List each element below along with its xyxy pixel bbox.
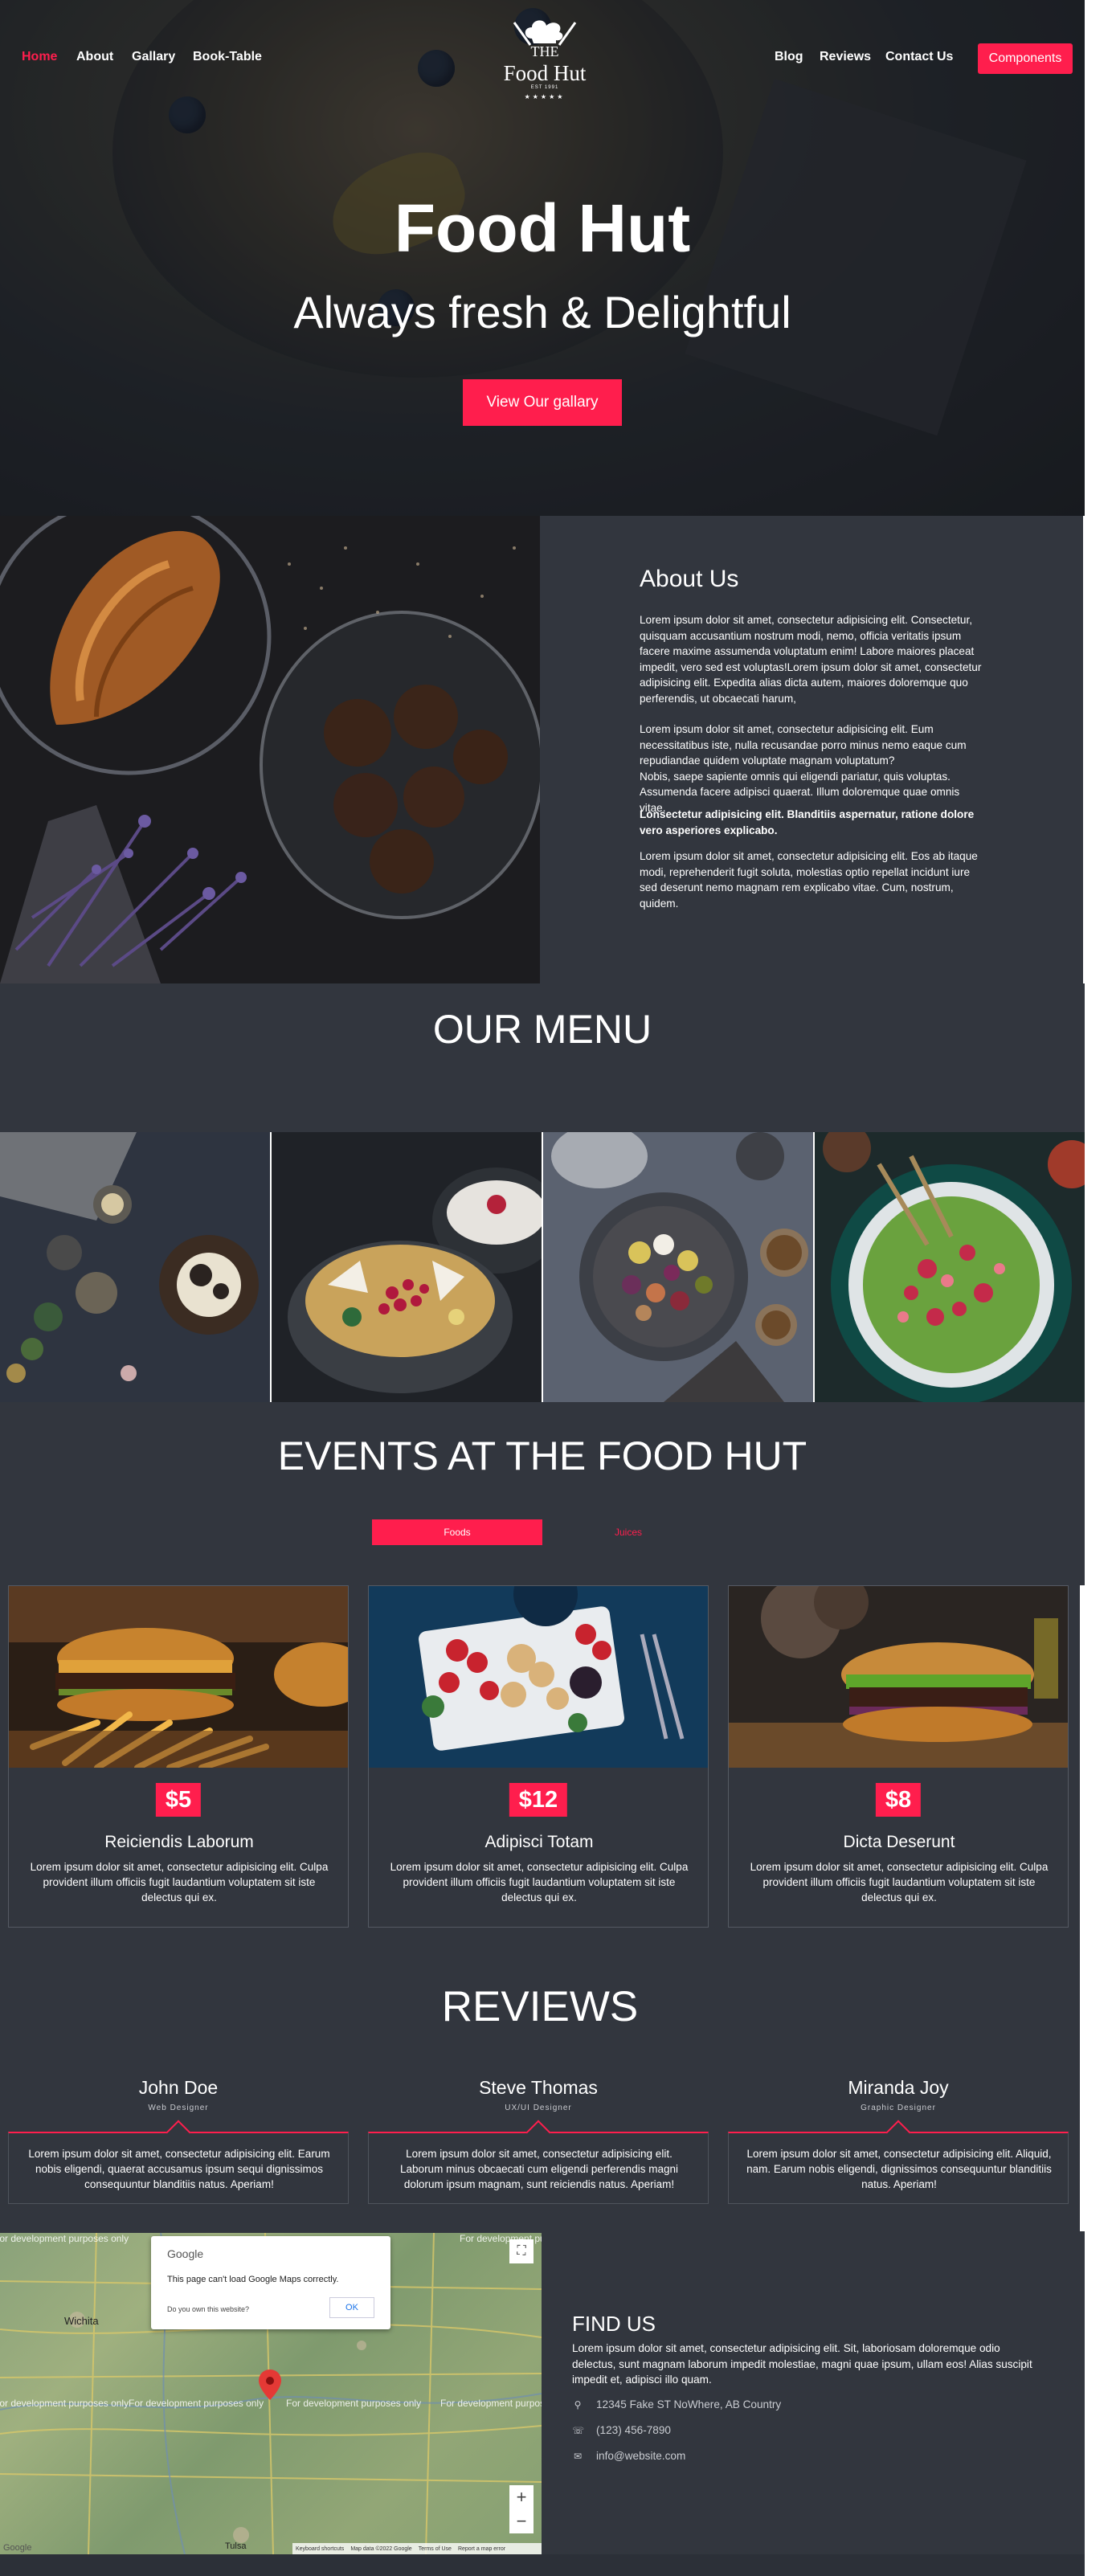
map-google-watermark: Google <box>3 2543 32 2553</box>
map-footer-link: Map data ©2022 Google <box>350 2545 412 2552</box>
map-marker-icon: ⚲ <box>574 2398 582 2410</box>
contact-address: ⚲ 12345 Fake ST NoWhere, AB Country <box>572 2398 782 2410</box>
event-card-description: Lorem ipsum dolor sit amet, consectetur … <box>750 1861 1049 1903</box>
event-card[interactable]: $5 Reiciendis Laborum Lorem ipsum dolor … <box>8 1585 349 1928</box>
event-card[interactable]: $12 Adipisci Totam Lorem ipsum dolor sit… <box>368 1585 709 1928</box>
components-button[interactable]: Components <box>978 43 1073 74</box>
about-paragraph-1: Lorem ipsum dolor sit amet, consectetur … <box>640 614 982 705</box>
reviews-title: REVIEWS <box>441 1983 639 2030</box>
about-image <box>0 516 540 983</box>
nav-home[interactable]: Home <box>22 50 57 64</box>
event-card-title: Adipisci Totam <box>484 1833 594 1851</box>
map-place-label: Tulsa <box>225 2541 247 2551</box>
logo-the: THE <box>530 43 559 59</box>
contact-phone-text: (123) 456-7890 <box>596 2424 671 2436</box>
event-card-image <box>9 1586 348 1768</box>
map-dev-watermark: For development purposes only <box>286 2398 422 2409</box>
reviews-section: REVIEWS John Doe Web Designer Lorem ipsu… <box>0 1932 1080 2231</box>
nav-gallary[interactable]: Gallary <box>132 50 175 64</box>
logo-est: EST 1991 <box>530 85 559 90</box>
map-error-message: This page can't load Google Maps correct… <box>167 2275 339 2284</box>
zoom-out-button[interactable]: − <box>509 2509 534 2533</box>
review-box: Lorem ipsum dolor sit amet, consectetur … <box>728 2132 1069 2204</box>
events-section: EVENTS AT THE FOOD HUT Foods Juices <box>0 1402 1085 1585</box>
event-card-description: Lorem ipsum dolor sit amet, consectetur … <box>390 1861 689 1903</box>
contact-email-text[interactable]: info@website.com <box>596 2450 685 2462</box>
hero-subtitle: Always fresh & Delightful <box>293 287 791 337</box>
events-title: EVENTS AT THE FOOD HUT <box>277 1433 807 1478</box>
menu-section: OUR MENU <box>0 983 1085 1132</box>
review-text: Lorem ipsum dolor sit amet, consectetur … <box>28 2148 330 2190</box>
event-card-title: Dicta Deserunt <box>843 1833 955 1851</box>
reviewer-role: UX/UI Designer <box>505 2104 572 2112</box>
review-box: Lorem ipsum dolor sit amet, consectetur … <box>368 2132 709 2204</box>
map-dev-watermark: For development purposes only <box>129 2398 264 2409</box>
view-gallery-button[interactable]: View Our gallary <box>463 379 622 426</box>
event-card-image <box>729 1586 1068 1768</box>
map-error-ok-button[interactable]: OK <box>329 2297 374 2318</box>
nav-contact-us[interactable]: Contact Us <box>885 50 953 64</box>
menu-image[interactable] <box>543 1132 813 1402</box>
price-badge: $8 <box>875 1783 922 1817</box>
price-badge: $12 <box>509 1783 568 1817</box>
about-paragraph-2: Lorem ipsum dolor sit amet, consectetur … <box>640 723 967 814</box>
reviewer-name: Miranda Joy <box>848 2077 949 2098</box>
map-place-label: Wichita <box>64 2315 99 2327</box>
logo-stars: ★★★★★ <box>524 93 566 100</box>
menu-image[interactable] <box>0 1132 270 1402</box>
map-dev-watermark: For development purposes only <box>440 2398 542 2409</box>
site-logo[interactable]: THE Food Hut EST 1991 ★★★★★ <box>500 14 590 103</box>
menu-image[interactable] <box>272 1132 542 1402</box>
contact-address-text: 12345 Fake ST NoWhere, AB Country <box>596 2398 782 2410</box>
nav-about[interactable]: About <box>76 50 113 64</box>
map-error-brand: Google <box>167 2247 204 2260</box>
event-card-description: Lorem ipsum dolor sit amet, consectetur … <box>30 1861 329 1903</box>
phone-icon: ☏ <box>572 2424 585 2436</box>
find-us-title: FIND US <box>572 2312 656 2336</box>
zoom-in-button[interactable]: + <box>509 2485 534 2509</box>
nav-blog[interactable]: Blog <box>775 50 803 64</box>
nav-reviews[interactable]: Reviews <box>820 50 871 64</box>
tab-foods[interactable]: Foods <box>372 1519 542 1545</box>
review-text: Lorem ipsum dolor sit amet, consectetur … <box>746 2148 1052 2190</box>
price-badge: $5 <box>155 1783 202 1817</box>
map-dev-watermark: For development purposes only <box>0 2398 129 2409</box>
contact-phone: ☏ (123) 456-7890 <box>572 2424 671 2436</box>
google-map[interactable]: For development purposes only For develo… <box>0 2233 542 2554</box>
map-error-dialog: Google This page can't load Google Maps … <box>151 2236 390 2329</box>
about-section: About Us Lorem ipsum dolor sit amet, con… <box>540 516 1083 983</box>
about-paragraph-bold: Lonsectetur adipisicing elit. Blanditiis… <box>640 808 975 836</box>
review-box: Lorem ipsum dolor sit amet, consectetur … <box>8 2132 349 2204</box>
reviewer-name: John Doe <box>138 2077 219 2098</box>
review-text: Lorem ipsum dolor sit amet, consectetur … <box>400 2148 678 2190</box>
reviewer-name: Steve Thomas <box>479 2077 598 2098</box>
logo-name: Food Hut <box>503 61 587 85</box>
tab-juices[interactable]: Juices <box>604 1519 652 1545</box>
chef-hat-icon <box>513 20 577 46</box>
fullscreen-icon[interactable]: ⛶ <box>509 2239 534 2263</box>
event-card-title: Reiciendis Laborum <box>104 1833 254 1851</box>
about-paragraph-4: Lorem ipsum dolor sit amet, consectetur … <box>640 850 978 910</box>
event-card-image <box>369 1586 708 1768</box>
map-error-own-link[interactable]: Do you own this website? <box>167 2305 249 2313</box>
nav-book-table[interactable]: Book-Table <box>193 50 262 64</box>
menu-image[interactable] <box>815 1132 1085 1402</box>
find-us-description: Lorem ipsum dolor sit amet, consectetur … <box>572 2342 1032 2386</box>
page-footer-strip <box>0 2554 1085 2576</box>
reviewer-role: Graphic Designer <box>861 2104 936 2112</box>
envelope-icon: ✉ <box>573 2450 583 2462</box>
about-title: About Us <box>640 566 739 592</box>
contact-email[interactable]: ✉ info@website.com <box>572 2450 685 2462</box>
reviewer-role: Web Designer <box>148 2104 209 2112</box>
hero-section: Home About Gallary Book-Table THE Food H… <box>0 0 1085 516</box>
map-footer-link[interactable]: Keyboard shortcuts <box>296 2546 344 2552</box>
event-card[interactable]: $8 Dicta Deserunt Lorem ipsum dolor sit … <box>728 1585 1069 1928</box>
map-footer: Keyboard shortcuts Map data ©2022 Google… <box>292 2543 542 2554</box>
map-footer-link[interactable]: Terms of Use <box>419 2546 452 2552</box>
hero-title: Food Hut <box>394 190 691 266</box>
menu-title: OUR MENU <box>432 1007 652 1052</box>
map-footer-link[interactable]: Report a map error <box>458 2546 505 2552</box>
map-dev-watermark: For development purposes only <box>0 2233 129 2244</box>
